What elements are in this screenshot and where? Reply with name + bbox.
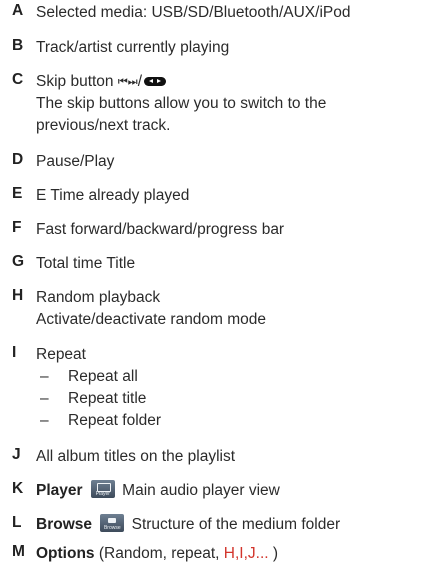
item-letter: H <box>12 287 24 304</box>
item-text-block: Skip button ⏮⏭/ The skip buttons allow y… <box>36 71 326 137</box>
sub-list-text: Repeat all <box>68 368 138 385</box>
item-text: The skip buttons allow you to switch to … <box>36 95 327 112</box>
item-bold-label: Player <box>36 482 83 499</box>
icon-caption: Player <box>95 491 110 497</box>
item-letter: A <box>12 2 24 19</box>
item-bold-label: Browse <box>36 516 92 533</box>
sub-list-text: Repeat title <box>68 390 147 407</box>
sub-list-item: – Repeat title <box>36 388 161 410</box>
item-text-block: Options (Random, repeat, H,I,J... ) <box>36 543 278 565</box>
item-text: Repeat <box>36 346 86 363</box>
sub-list-item: – Repeat folder <box>36 410 161 432</box>
item-label: Skip button <box>36 73 114 90</box>
item-text: Random playback <box>36 289 161 306</box>
item-text: Activate/deactivate random mode <box>36 311 267 328</box>
item-text: Main audio player view <box>122 482 280 499</box>
item-text: E Time already played <box>36 187 190 204</box>
item-letter: M <box>12 543 25 560</box>
item-text-block: Player Player Main audio player view <box>36 480 280 502</box>
item-text: Structure of the medium folder <box>131 516 341 533</box>
item-letter: K <box>12 480 24 497</box>
item-text: Pause/Play <box>36 153 115 170</box>
dash: – <box>40 412 49 429</box>
item-red-text: H,I,J... <box>223 545 269 562</box>
sub-list-item: – Repeat all <box>36 366 161 388</box>
item-bold-label: Options <box>36 545 95 562</box>
browse-icon: Browse <box>100 514 125 532</box>
dash: – <box>40 368 49 385</box>
item-letter: C <box>12 71 24 88</box>
separator: / <box>137 73 142 90</box>
item-letter: E <box>12 185 23 202</box>
item-text: Track/artist currently playing <box>36 39 230 56</box>
item-letter: G <box>12 253 25 270</box>
player-icon: Player <box>90 480 115 498</box>
item-text: Selected media: USB/SD/Bluetooth/AUX/iPo… <box>36 4 351 21</box>
sub-list-text: Repeat folder <box>68 412 162 429</box>
skip-pill-icon <box>144 77 166 86</box>
item-text-block: Repeat – Repeat all – Repeat title – Repeat… <box>36 344 161 432</box>
item-text: Total time Title <box>36 255 136 272</box>
item-letter: J <box>12 446 21 463</box>
item-text: Fast forward/backward/progress bar <box>36 221 285 238</box>
item-text-block: Browse Browse Structure of the medium fo… <box>36 514 340 536</box>
skip-prev-next-icon: ⏮⏭ <box>117 76 138 88</box>
dash: – <box>40 390 49 407</box>
item-letter: I <box>12 344 17 361</box>
item-text: ) <box>268 545 279 562</box>
item-text-block: Random playback Activate/deactivate rand… <box>36 287 266 331</box>
item-letter: L <box>12 514 22 531</box>
skip-line: Skip button ⏮⏭/ <box>36 71 326 93</box>
item-text: All album titles on the playlist <box>36 448 236 465</box>
item-text: (Random, repeat, <box>94 545 224 562</box>
item-letter: D <box>12 151 24 168</box>
icon-caption: Browse <box>103 525 121 531</box>
item-letter: B <box>12 37 24 54</box>
item-text: previous/next track. <box>36 117 171 134</box>
item-letter: F <box>12 219 22 236</box>
